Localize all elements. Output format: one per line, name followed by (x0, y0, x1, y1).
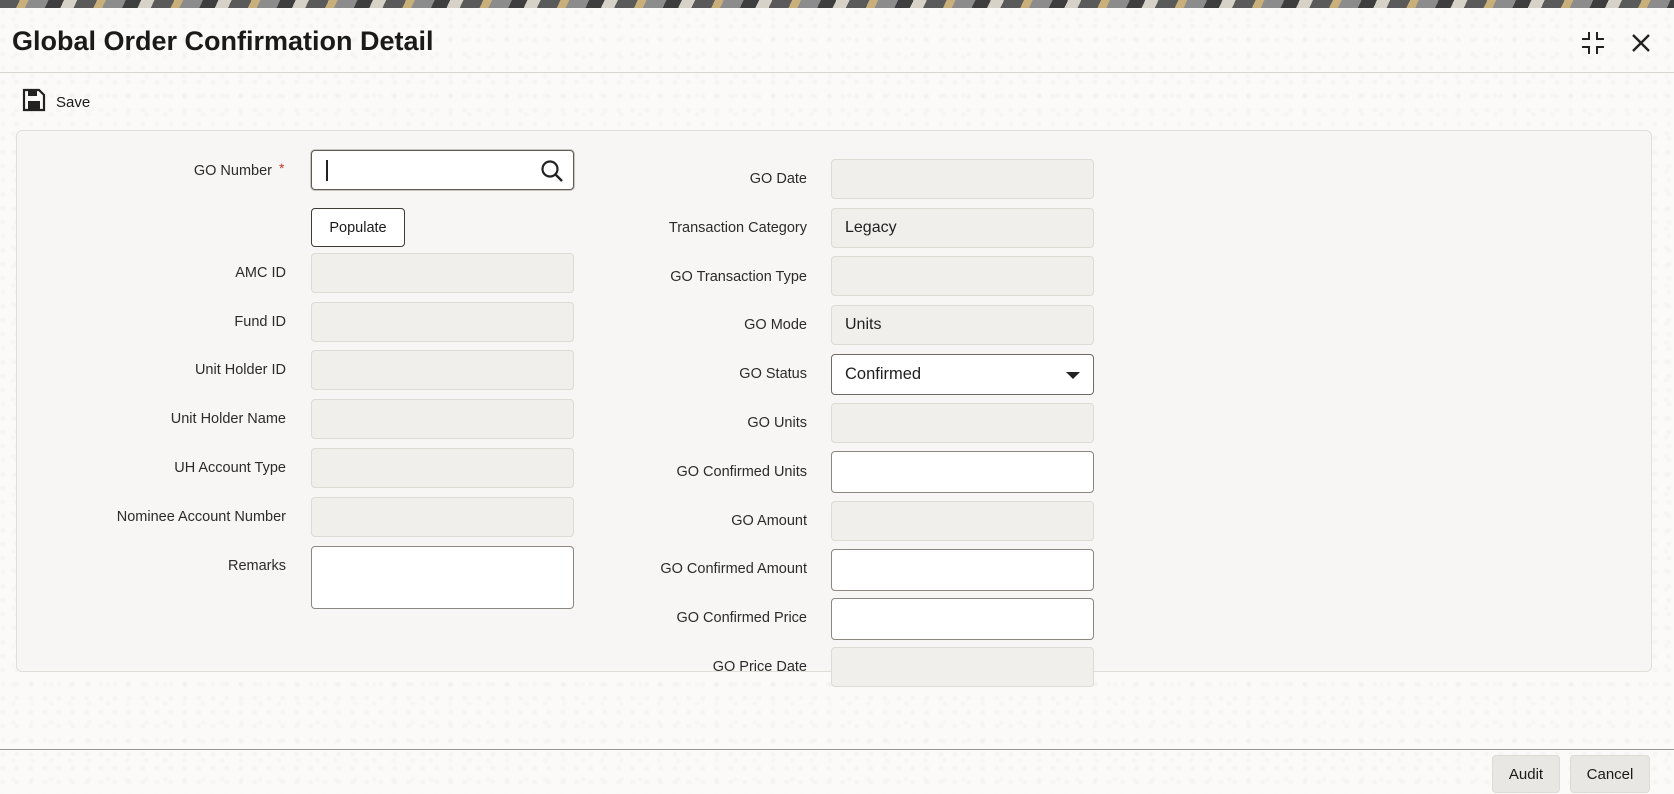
go-date-field (831, 159, 1094, 199)
chevron-down-icon (1066, 372, 1080, 379)
go-status-select[interactable]: Confirmed (831, 354, 1094, 395)
page-title: Global Order Confirmation Detail (12, 26, 434, 56)
go-units-field (831, 403, 1094, 443)
floppy-disk-icon (22, 88, 46, 117)
unit-holder-id-field (311, 350, 574, 390)
header-divider (0, 72, 1674, 73)
uh-account-type-label: UH Account Type (174, 460, 286, 476)
fund-id-label: Fund ID (234, 314, 286, 330)
go-number-field[interactable] (311, 150, 574, 190)
amc-id-field (311, 253, 574, 293)
go-transaction-type-field (831, 256, 1094, 296)
go-confirmed-units-label: GO Confirmed Units (676, 464, 807, 480)
go-price-date-label: GO Price Date (712, 659, 807, 675)
maximize-icon[interactable] (1578, 28, 1608, 58)
nominee-account-number-label: Nominee Account Number (116, 509, 286, 525)
required-marker: * (279, 160, 285, 176)
dialog-window: Global Order Confirmation Detail Save GO… (0, 8, 1674, 794)
cancel-button[interactable]: Cancel (1570, 755, 1650, 793)
remarks-textarea[interactable] (311, 546, 574, 609)
audit-button[interactable]: Audit (1492, 755, 1560, 793)
go-price-date-field (831, 647, 1094, 687)
go-status-label: GO Status (739, 366, 807, 382)
save-label: Save (56, 94, 91, 111)
window-controls (1578, 28, 1656, 58)
go-confirmed-price-label: GO Confirmed Price (676, 610, 807, 626)
go-amount-field (831, 501, 1094, 541)
save-button[interactable]: Save (22, 88, 90, 117)
unit-holder-id-label: Unit Holder ID (194, 362, 286, 378)
remarks-label: Remarks (227, 558, 286, 574)
transaction-category-label: Transaction Category (668, 220, 807, 236)
go-units-label: GO Units (747, 415, 807, 431)
go-confirmed-units-input[interactable] (831, 451, 1094, 493)
go-mode-field: Units (831, 305, 1094, 345)
go-amount-label: GO Amount (731, 513, 807, 529)
close-icon[interactable] (1626, 28, 1656, 58)
unit-holder-name-label: Unit Holder Name (170, 411, 286, 427)
unit-holder-name-field (311, 399, 574, 439)
go-confirmed-amount-input[interactable] (831, 549, 1094, 591)
fund-id-field (311, 302, 574, 342)
go-number-label: GO Number (193, 163, 272, 179)
transaction-category-field: Legacy (831, 208, 1094, 248)
text-caret (326, 160, 328, 181)
search-icon[interactable] (539, 158, 565, 184)
footer-divider (0, 749, 1674, 750)
go-mode-label: GO Mode (744, 317, 807, 333)
top-decorative-strip (0, 0, 1674, 8)
populate-button[interactable]: Populate (311, 208, 405, 247)
go-status-value: Confirmed (845, 365, 922, 383)
go-confirmed-price-input[interactable] (831, 598, 1094, 640)
nominee-account-number-field (311, 497, 574, 537)
uh-account-type-field (311, 448, 574, 488)
go-confirmed-amount-label: GO Confirmed Amount (660, 561, 807, 577)
go-number-input[interactable] (324, 158, 524, 182)
amc-id-label: AMC ID (235, 265, 286, 281)
go-transaction-type-label: GO Transaction Type (670, 269, 807, 285)
go-date-label: GO Date (749, 171, 807, 187)
